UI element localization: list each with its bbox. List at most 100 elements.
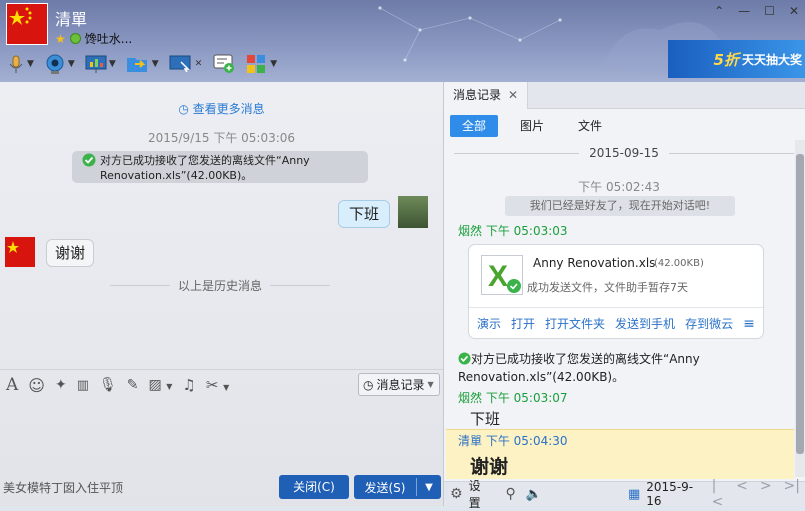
filter-images[interactable]: 图片 <box>508 115 556 137</box>
qzone-icon[interactable] <box>69 33 81 44</box>
action-send-to-phone[interactable]: 发送到手机 <box>615 315 675 332</box>
ad-banner[interactable]: 5折 天天抽大奖 <box>668 40 805 78</box>
action-open-folder[interactable]: 打开文件夹 <box>545 315 605 332</box>
message-history-label: 消息记录 <box>376 378 425 392</box>
friend-notice: 我们已经是好友了，现在开始对话吧! <box>505 196 735 216</box>
send-options-chevron-icon[interactable]: ▼ <box>417 482 441 493</box>
chevron-down-icon: ▼ <box>67 59 75 69</box>
close-icon[interactable]: ✕ <box>789 4 799 18</box>
close-icon: ✕ <box>194 59 203 69</box>
calendar-icon[interactable]: ▦ <box>628 487 640 502</box>
file-actions: 演示 打开 打开文件夹 发送到手机 存到微云 ≡ <box>469 307 765 339</box>
gear-icon[interactable]: ⚙ <box>450 486 463 502</box>
history-scrollbar[interactable] <box>795 140 805 477</box>
contact-name[interactable]: 清單 <box>55 6 87 30</box>
screen-share-button[interactable]: ▼ <box>82 51 119 77</box>
contact-status: ★ 馋吐水... <box>55 30 132 47</box>
add-chat-icon <box>213 54 235 73</box>
first-page-icon[interactable]: |< <box>712 478 724 510</box>
system-message: 对方已成功接收了您发送的离线文件“Anny Renovation.xls”(42… <box>72 151 368 183</box>
history-panel: 消息记录 ✕ 全部 图片 文件 2015-09-15 下午 05:02:43 我… <box>443 82 805 510</box>
their-message-bubble[interactable]: 谢谢 <box>46 239 95 267</box>
status-text: 馋吐水... <box>84 32 133 46</box>
excel-file-icon[interactable]: X <box>481 255 523 295</box>
chevron-down-icon: ▼ <box>270 59 278 69</box>
prev-page-icon[interactable]: < <box>736 478 748 510</box>
menu-icon[interactable]: ≡ <box>743 316 755 332</box>
add-chat-button[interactable] <box>209 51 239 77</box>
last-page-icon[interactable]: >| <box>784 478 800 510</box>
footer-date[interactable]: 2015-9-16 <box>646 480 705 508</box>
voice-call-button[interactable]: ▼ <box>4 51 37 77</box>
chat-toolbar: ▼ ▼ ▼ ▼ ✕ ▼ <box>4 50 280 78</box>
input-divider <box>0 369 443 370</box>
china-flag-icon <box>7 241 19 253</box>
font-icon[interactable]: A <box>6 375 18 395</box>
contact-avatar[interactable] <box>6 3 48 45</box>
history-pager: |< < > >| <box>712 478 805 510</box>
history-system-text: 对方已成功接收了您发送的离线文件“Anny Renovation.xls”(42… <box>458 352 700 384</box>
chevron-down-icon: ▼ <box>151 59 159 69</box>
remote-assist-button[interactable]: ✕ <box>166 51 206 77</box>
history-divider-label: 以上是历史消息 <box>178 279 263 293</box>
minimize-icon[interactable]: — <box>738 4 750 18</box>
excel-x-icon: X <box>488 260 521 293</box>
history-message: 下班 <box>470 410 501 428</box>
image-icon[interactable]: ▨ ▼ <box>149 377 173 393</box>
speaker-icon[interactable]: 🔈 <box>526 487 542 502</box>
action-preview[interactable]: 演示 <box>477 315 501 332</box>
emoji-icon[interactable]: ☺ <box>28 376 45 395</box>
contact-avatar-small[interactable] <box>5 237 35 267</box>
filter-files[interactable]: 文件 <box>566 115 614 137</box>
scrollbar-thumb[interactable] <box>796 154 804 454</box>
my-message-bubble[interactable]: 下班 <box>338 200 391 228</box>
search-icon[interactable]: ⚲ <box>506 486 516 502</box>
microphone-icon <box>9 55 23 73</box>
window-controls: ⌃ — ☐ ✕ <box>714 4 799 18</box>
voice-message-icon[interactable]: 🎙 <box>99 377 117 393</box>
ad-ticker[interactable]: 美女模特丁囡入住平顶 <box>3 479 123 496</box>
send-button[interactable]: 发送(S) ▼ <box>354 475 441 499</box>
action-save-to-cloud[interactable]: 存到微云 <box>685 315 733 332</box>
next-page-icon[interactable]: > <box>760 478 772 510</box>
close-button[interactable]: 关闭(C) <box>279 475 349 499</box>
screen-share-icon <box>85 55 107 73</box>
magic-wand-icon[interactable]: ✦ <box>55 377 67 393</box>
send-file-icon <box>126 58 147 72</box>
file-status: 成功发送文件，文件助手暂存7天 <box>527 281 688 294</box>
message-history-button[interactable]: ◷ 消息记录 ▼ <box>358 373 440 396</box>
send-file-button[interactable]: ▼ <box>123 51 162 77</box>
history-time: 下午 05:02:43 <box>578 180 660 194</box>
history-tab-bar: 消息记录 ✕ <box>444 82 805 109</box>
input-toolbar: A ☺ ✦ ▥ 🎙 ✎ ▨ ▼ ♫ ✂ ▼ <box>6 374 229 396</box>
history-filters: 全部 图片 文件 <box>450 115 624 137</box>
pin-icon[interactable]: ⌃ <box>714 4 724 18</box>
my-avatar[interactable] <box>398 196 428 228</box>
date-separator: 2015-09-15 <box>454 146 794 160</box>
maximize-icon[interactable]: ☐ <box>764 4 775 18</box>
clock-icon: ◷ <box>178 102 189 116</box>
close-tab-icon[interactable]: ✕ <box>508 82 518 109</box>
apps-button[interactable]: ▼ <box>243 51 280 77</box>
sender-line: 烟然 下午 05:03:07 <box>458 391 568 405</box>
apps-icon <box>247 55 266 73</box>
action-open[interactable]: 打开 <box>511 315 535 332</box>
remote-assist-icon <box>169 55 191 73</box>
video-clip-icon[interactable]: ▥ <box>77 378 89 393</box>
chevron-down-icon: ▼ <box>27 59 34 69</box>
check-icon <box>82 153 96 167</box>
scissors-icon[interactable]: ✂ ▼ <box>206 376 230 394</box>
system-message-text: 对方已成功接收了您发送的离线文件“Anny Renovation.xls”(42… <box>100 154 310 182</box>
file-name[interactable]: Anny Renovation.xls <box>533 256 655 270</box>
music-icon[interactable]: ♫ <box>182 376 195 394</box>
chat-header: 清單 ★ 馋吐水... ⌃ — ☐ ✕ 5折 天天抽大奖 ▼ ▼ ▼ ▼ ✕ ▼ <box>0 0 805 82</box>
date-label: 2015-09-15 <box>589 146 659 160</box>
send-button-label[interactable]: 发送(S) <box>354 479 416 496</box>
edit-icon[interactable]: ✎ <box>127 377 139 393</box>
sender-line: 清單 下午 05:04:30 <box>458 434 568 448</box>
view-more-label: 查看更多消息 <box>192 102 265 116</box>
view-more-link[interactable]: ◷ 查看更多消息 <box>0 100 443 117</box>
video-call-button[interactable]: ▼ <box>41 51 78 77</box>
message-timestamp: 2015/9/15 下午 05:03:06 <box>147 131 296 145</box>
filter-all[interactable]: 全部 <box>450 115 499 137</box>
